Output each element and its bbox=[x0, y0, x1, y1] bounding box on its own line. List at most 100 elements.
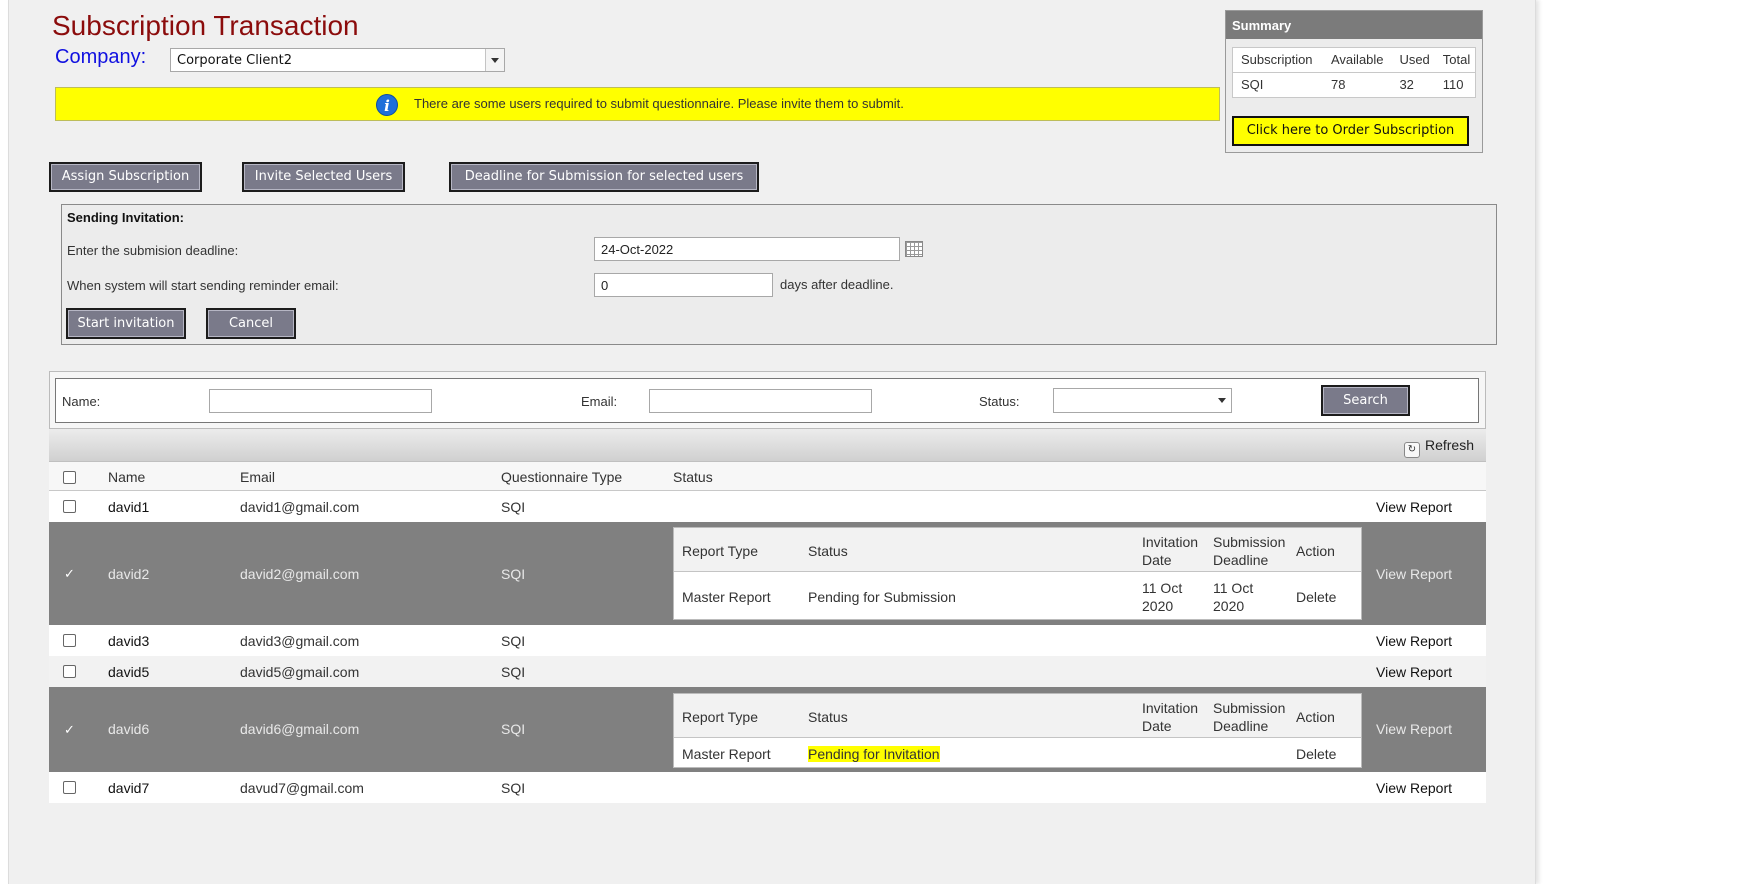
row-name: david1 bbox=[108, 499, 150, 515]
sub-col-invitation-date-1: Invitation bbox=[1142, 534, 1199, 550]
search-email-input[interactable] bbox=[649, 389, 872, 413]
summary-col-subscription: Subscription bbox=[1232, 47, 1323, 73]
reminder-days-input[interactable]: 0 bbox=[594, 273, 773, 297]
row-checkbox[interactable] bbox=[63, 665, 76, 678]
sub-report-type: Master Report bbox=[682, 589, 771, 605]
sub-col-submission-deadline-2: Deadline bbox=[1213, 718, 1269, 734]
summary-col-available: Available bbox=[1323, 47, 1392, 73]
row-email: david6@gmail.com bbox=[240, 721, 360, 737]
assign-subscription-button[interactable]: Assign Subscription bbox=[49, 162, 202, 192]
company-label: Company: bbox=[55, 46, 147, 68]
summary-col-used: Used bbox=[1391, 47, 1435, 73]
summary-available: 78 bbox=[1331, 77, 1346, 92]
info-icon: i bbox=[376, 94, 398, 116]
row-type: SQI bbox=[501, 664, 526, 680]
row-name: david6 bbox=[108, 721, 150, 737]
delete-link[interactable]: Delete bbox=[1296, 588, 1336, 606]
summary-table: Subscription Available Used Total SQI 78… bbox=[1232, 47, 1476, 98]
row-email: davud7@gmail.com bbox=[240, 780, 364, 796]
row-type: SQI bbox=[501, 721, 526, 737]
cancel-button[interactable]: Cancel bbox=[206, 308, 296, 339]
search-name-input[interactable] bbox=[209, 389, 432, 413]
row-name: david7 bbox=[108, 780, 150, 796]
row-name: david2 bbox=[108, 566, 150, 582]
calendar-icon[interactable] bbox=[905, 241, 923, 257]
refresh-label: Refresh bbox=[1424, 437, 1474, 453]
row-checkbox[interactable] bbox=[63, 634, 76, 647]
sub-col-status: Status bbox=[808, 709, 848, 725]
view-report-link[interactable]: View Report bbox=[1376, 633, 1452, 649]
table-row[interactable]: david5 david5@gmail.com SQI View Report bbox=[49, 656, 1486, 687]
table-row-selected[interactable]: ✓ david2 david2@gmail.com SQI View Repor… bbox=[49, 522, 1486, 625]
deadline-input[interactable]: 24-Oct-2022 bbox=[594, 237, 900, 261]
table-row[interactable]: david1 david1@gmail.com SQI View Report bbox=[49, 491, 1486, 522]
refresh-icon: ↻ bbox=[1403, 442, 1420, 458]
row-type: SQI bbox=[501, 780, 526, 796]
row-email: david2@gmail.com bbox=[240, 566, 360, 582]
view-report-link[interactable]: View Report bbox=[1376, 721, 1452, 737]
sub-submission-deadline-1: 11 Oct bbox=[1213, 580, 1254, 596]
sending-invitation-heading: Sending Invitation: bbox=[67, 210, 184, 225]
row-type: SQI bbox=[501, 633, 526, 649]
order-subscription-button[interactable]: Click here to Order Subscription bbox=[1232, 116, 1469, 146]
sub-col-action: Action bbox=[1296, 543, 1335, 559]
row-email: david5@gmail.com bbox=[240, 664, 360, 680]
chevron-down-icon[interactable] bbox=[485, 49, 504, 71]
deadline-selected-users-button[interactable]: Deadline for Submission for selected use… bbox=[449, 162, 759, 192]
row-checkbox[interactable] bbox=[63, 500, 76, 513]
search-status-select[interactable] bbox=[1053, 388, 1232, 413]
col-questionnaire-type: Questionnaire Type bbox=[501, 469, 623, 485]
search-name-label: Name: bbox=[62, 394, 101, 409]
summary-subscription: SQI bbox=[1241, 77, 1264, 92]
sub-col-report-type: Report Type bbox=[682, 709, 759, 725]
notice-text: There are some users required to submit … bbox=[414, 96, 904, 111]
reminder-suffix: days after deadline. bbox=[780, 277, 894, 292]
invite-selected-users-button[interactable]: Invite Selected Users bbox=[242, 162, 405, 192]
table-row-selected[interactable]: ✓ david6 david6@gmail.com SQI View Repor… bbox=[49, 687, 1486, 772]
sub-col-status: Status bbox=[808, 543, 848, 559]
notice-banner: i There are some users required to submi… bbox=[55, 87, 1220, 121]
view-report-link[interactable]: View Report bbox=[1376, 499, 1452, 515]
col-status: Status bbox=[673, 469, 713, 485]
deadline-label: Enter the submision deadline: bbox=[67, 243, 239, 258]
chevron-down-icon[interactable] bbox=[1213, 389, 1231, 412]
refresh-button[interactable]: ↻ Refresh bbox=[1403, 437, 1474, 458]
sub-col-action: Action bbox=[1296, 709, 1335, 725]
sub-col-report-type: Report Type bbox=[682, 543, 759, 559]
grid-toolbar: ↻ Refresh bbox=[49, 429, 1486, 462]
company-select-value: Corporate Client2 bbox=[177, 53, 293, 68]
row-email: david3@gmail.com bbox=[240, 633, 360, 649]
row-email: david1@gmail.com bbox=[240, 499, 360, 515]
report-subtable: Report Type Status Invitation Date Submi… bbox=[673, 527, 1362, 620]
table-row[interactable]: david7 davud7@gmail.com SQI View Report bbox=[49, 772, 1486, 803]
delete-link[interactable]: Delete bbox=[1296, 745, 1336, 763]
view-report-link[interactable]: View Report bbox=[1376, 780, 1452, 796]
view-report-link[interactable]: View Report bbox=[1376, 566, 1452, 582]
row-checkbox-checked[interactable]: ✓ bbox=[63, 723, 76, 736]
summary-used: 32 bbox=[1399, 77, 1414, 92]
sub-col-invitation-date-2: Date bbox=[1142, 718, 1172, 734]
row-name: david5 bbox=[108, 664, 150, 680]
sub-status: Pending for Submission bbox=[808, 589, 956, 605]
row-type: SQI bbox=[501, 566, 526, 582]
table-row[interactable]: david3 david3@gmail.com SQI View Report bbox=[49, 625, 1486, 656]
sub-invitation-date-1: 11 Oct bbox=[1142, 580, 1183, 596]
report-subtable: Report Type Status Invitation Date Submi… bbox=[673, 693, 1362, 768]
row-name: david3 bbox=[108, 633, 150, 649]
start-invitation-button[interactable]: Start invitation bbox=[66, 308, 186, 339]
sub-status-highlighted: Pending for Invitation bbox=[808, 746, 940, 762]
search-button[interactable]: Search bbox=[1321, 385, 1410, 416]
summary-panel: Summary Subscription Available Used Tota… bbox=[1225, 10, 1483, 153]
company-select[interactable]: Corporate Client2 bbox=[170, 48, 505, 72]
sub-col-submission-deadline-1: Submission bbox=[1213, 700, 1286, 716]
reminder-label: When system will start sending reminder … bbox=[67, 278, 339, 293]
row-type: SQI bbox=[501, 499, 526, 515]
sub-submission-deadline-2: 2020 bbox=[1213, 598, 1245, 614]
view-report-link[interactable]: View Report bbox=[1376, 664, 1452, 680]
row-checkbox[interactable] bbox=[63, 781, 76, 794]
summary-col-total: Total bbox=[1434, 47, 1476, 73]
page-title: Subscription Transaction bbox=[52, 10, 359, 41]
row-checkbox-checked[interactable]: ✓ bbox=[63, 567, 76, 580]
select-all-checkbox[interactable] bbox=[63, 471, 76, 484]
col-name: Name bbox=[108, 469, 146, 485]
